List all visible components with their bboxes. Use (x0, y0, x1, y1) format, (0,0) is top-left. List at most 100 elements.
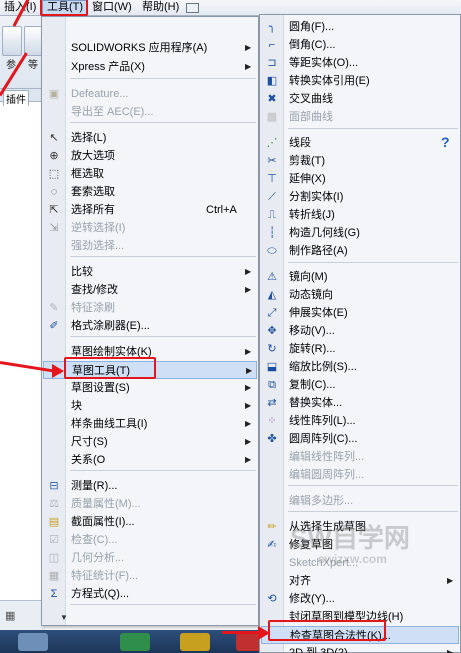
arrowhead-icon (52, 364, 64, 378)
sketch-tools-item-23[interactable]: ✤ 圆周阵列(C)... (261, 430, 459, 448)
linear-pattern-icon: ⁘ (267, 415, 277, 427)
taskbar-app-icon[interactable] (18, 633, 48, 651)
magnifier-icon: ⊕ (49, 150, 59, 162)
tools-menu-item-23[interactable]: ⊟ 测量(R)... (43, 477, 257, 495)
sketch-tools-item-21[interactable]: ⇄ 替换实体... (261, 394, 459, 412)
menu-separator (288, 128, 458, 129)
tools-menu-item-label: 放大选项 (71, 150, 115, 162)
menu-window[interactable]: 窗口(W) (88, 0, 136, 16)
sketch-tools-item-3[interactable]: ⊐ 等距实体(O)... (261, 54, 459, 72)
menu-help[interactable]: 帮助(H) (138, 0, 183, 16)
sketch-tools-item-6: ▩ 面部曲线 (261, 108, 459, 126)
sketch-tools-item-label: 对齐 (289, 575, 311, 587)
tools-menu-item-15[interactable]: ✐ 格式涂刷器(E)... (43, 317, 257, 335)
mass-properties-icon: ⚖ (49, 498, 59, 510)
sketch-tools-item-34[interactable]: 2D 到 3D(2) ▶ (261, 644, 459, 653)
repair-sketch-icon: ✍ (267, 539, 277, 551)
sketch-tools-item-13[interactable]: ⬭ 制作路径(A) (261, 242, 459, 260)
rotate-icon: ↻ (267, 343, 277, 355)
sketch-tools-item-17[interactable]: ✥ 移动(V)... (261, 322, 459, 340)
tools-menu-item-20[interactable]: 样条曲线工具(I) ▶ (43, 415, 257, 433)
menu-separator (70, 122, 256, 123)
tools-menu-item-29[interactable]: Σ 方程式(Q)... (43, 585, 257, 603)
tools-menu-item-1[interactable]: SOLIDWORKS 应用程序(A) ▶ (43, 39, 257, 57)
sketch-tools-item-26: 编辑多边形... (261, 492, 459, 510)
tools-menu-item-label: 特征涂刷 (71, 302, 115, 314)
tools-menu-item-21[interactable]: 尺寸(S) ▶ (43, 433, 257, 451)
tools-menu-item-6[interactable]: ⊕ 放大选项 (43, 147, 257, 165)
tools-menu-item-label: 质量属性(M)... (71, 498, 141, 510)
tools-menu: SOLIDWORKS 应用程序(A) ▶ Xpress 产品(X) ▶ ▣ Defeatu… (41, 16, 259, 626)
sketch-tools-item-20[interactable]: ⧉ 复制(C)... (261, 376, 459, 394)
sketch-tools-item-label: 转折线(J) (289, 209, 335, 221)
tools-menu-item-12[interactable]: 比较 ▶ (43, 263, 257, 281)
submenu-arrow-icon: ▶ (245, 285, 252, 294)
sketch-tools-item-14[interactable]: ⚠ 镜向(M) (261, 268, 459, 286)
sketch-tools-item-19[interactable]: ⬓ 缩放比例(S)... (261, 358, 459, 376)
pin-icon[interactable] (186, 3, 199, 13)
tab-addins[interactable]: 插件 (3, 90, 29, 106)
sketch-tools-item-1[interactable]: ╮ 圆角(F)... (261, 18, 459, 36)
tools-menu-item-label: 草图设置(S) (71, 382, 130, 394)
sketch-tools-item-7[interactable]: ⋰ 线段 (261, 134, 459, 152)
menu-separator (288, 262, 458, 263)
sketch-tools-item-31[interactable]: ⟲ 修改(Y)... (261, 590, 459, 608)
toolbar-button[interactable] (2, 26, 22, 56)
sketch-tools-item-label: 替换实体... (289, 397, 343, 409)
sketch-tools-item-22[interactable]: ⁘ 线性阵列(L)... (261, 412, 459, 430)
tools-menu-item-7[interactable]: ⬚ 框选取 (43, 165, 257, 183)
move-icon: ✥ (267, 325, 277, 337)
sketch-tools-item-30[interactable]: 对齐 ▶ (261, 572, 459, 590)
tools-menu-item-8[interactable]: ◌ 套索选取 (43, 183, 257, 201)
grid-icon[interactable]: ▦ (5, 609, 15, 622)
mirror-icon: ⚠ (267, 271, 277, 283)
tools-menu-item-25[interactable]: ▤ 截面属性(I)... (43, 513, 257, 531)
sketch-tools-item-15[interactable]: ◭ 动态镜向 (261, 286, 459, 304)
taskbar-app-icon[interactable] (120, 633, 150, 651)
sketch-tools-item-9[interactable]: ⊤ 延伸(X) (261, 170, 459, 188)
tools-menu-item-2[interactable]: Xpress 产品(X) ▶ (43, 58, 257, 76)
arrow-cursor-icon: ↖ (49, 132, 59, 144)
sketch-tools-item-5[interactable]: ✖ 交叉曲线 (261, 90, 459, 108)
arrowhead-icon (258, 626, 270, 640)
tools-menu-item-9[interactable]: ⇱ 选择所有 Ctrl+A (43, 201, 257, 219)
tools-menu-item-18[interactable]: 草图设置(S) ▶ (43, 379, 257, 397)
sketch-tools-item-4[interactable]: ◧ 转换实体引用(E) (261, 72, 459, 90)
tools-menu-item-label: 格式涂刷器(E)... (71, 320, 150, 332)
sketch-tools-item-label: 交叉曲线 (289, 93, 333, 105)
modify-icon: ⟲ (267, 593, 277, 605)
sketch-tools-item-label: 线性阵列(L)... (289, 415, 356, 427)
section-properties-icon: ▤ (48, 516, 60, 528)
sketch-tools-item-8[interactable]: ✂ 剪裁(T) (261, 152, 459, 170)
submenu-arrow-icon: ▶ (245, 62, 252, 71)
scale-icon: ⬓ (266, 361, 278, 373)
help-icon[interactable]: ? (441, 134, 450, 150)
feature-paint-icon: ✎ (49, 302, 59, 314)
tools-menu-item-label: SOLIDWORKS 应用程序(A) (71, 42, 208, 54)
construction-icon: ┆ (268, 227, 276, 239)
submenu-arrow-icon: ▶ (245, 455, 252, 464)
tools-menu-item-19[interactable]: 块 ▶ (43, 397, 257, 415)
sketch-tools-item-18[interactable]: ↻ 旋转(R)... (261, 340, 459, 358)
sketch-tools-item-label: 等距实体(O)... (289, 57, 359, 69)
sketch-tools-item-label: 制作路径(A) (289, 245, 348, 257)
tools-menu-item-4: 导出至 AEC(E)... (43, 103, 257, 121)
fillet-icon: ╮ (268, 21, 276, 33)
sketch-tools-item-12[interactable]: ┆ 构造几何线(G) (261, 224, 459, 242)
tools-menu-item-22[interactable]: 关系(O ▶ (43, 451, 257, 469)
tools-menu-item-5[interactable]: ↖ 选择(L) (43, 129, 257, 147)
submenu-arrow-icon: ▶ (245, 419, 252, 428)
taskbar-app-icon[interactable] (180, 633, 210, 651)
scroll-down-icon[interactable]: ▼ (60, 613, 68, 622)
sketch-tools-item-2[interactable]: ⌐ 倒角(C)... (261, 36, 459, 54)
sketch-tools-item-16[interactable]: ⤢ 伸展实体(E) (261, 304, 459, 322)
sketch-tools-item-10[interactable]: ⟋ 分割实体(I) (261, 188, 459, 206)
sketch-tools-item-11[interactable]: ⎍ 转折线(J) (261, 206, 459, 224)
submenu-arrow-icon: ▶ (245, 267, 252, 276)
tools-menu-item-13[interactable]: 查找/修改 ▶ (43, 281, 257, 299)
sketch-tools-item-label: 线段 (289, 137, 311, 149)
format-painter-icon: ✐ (49, 320, 59, 332)
tools-menu-item-label: 截面属性(I)... (71, 516, 135, 528)
annotation-box-sketch-tools (64, 357, 156, 379)
sketch-tools-item-label: 转换实体引用(E) (289, 75, 370, 87)
